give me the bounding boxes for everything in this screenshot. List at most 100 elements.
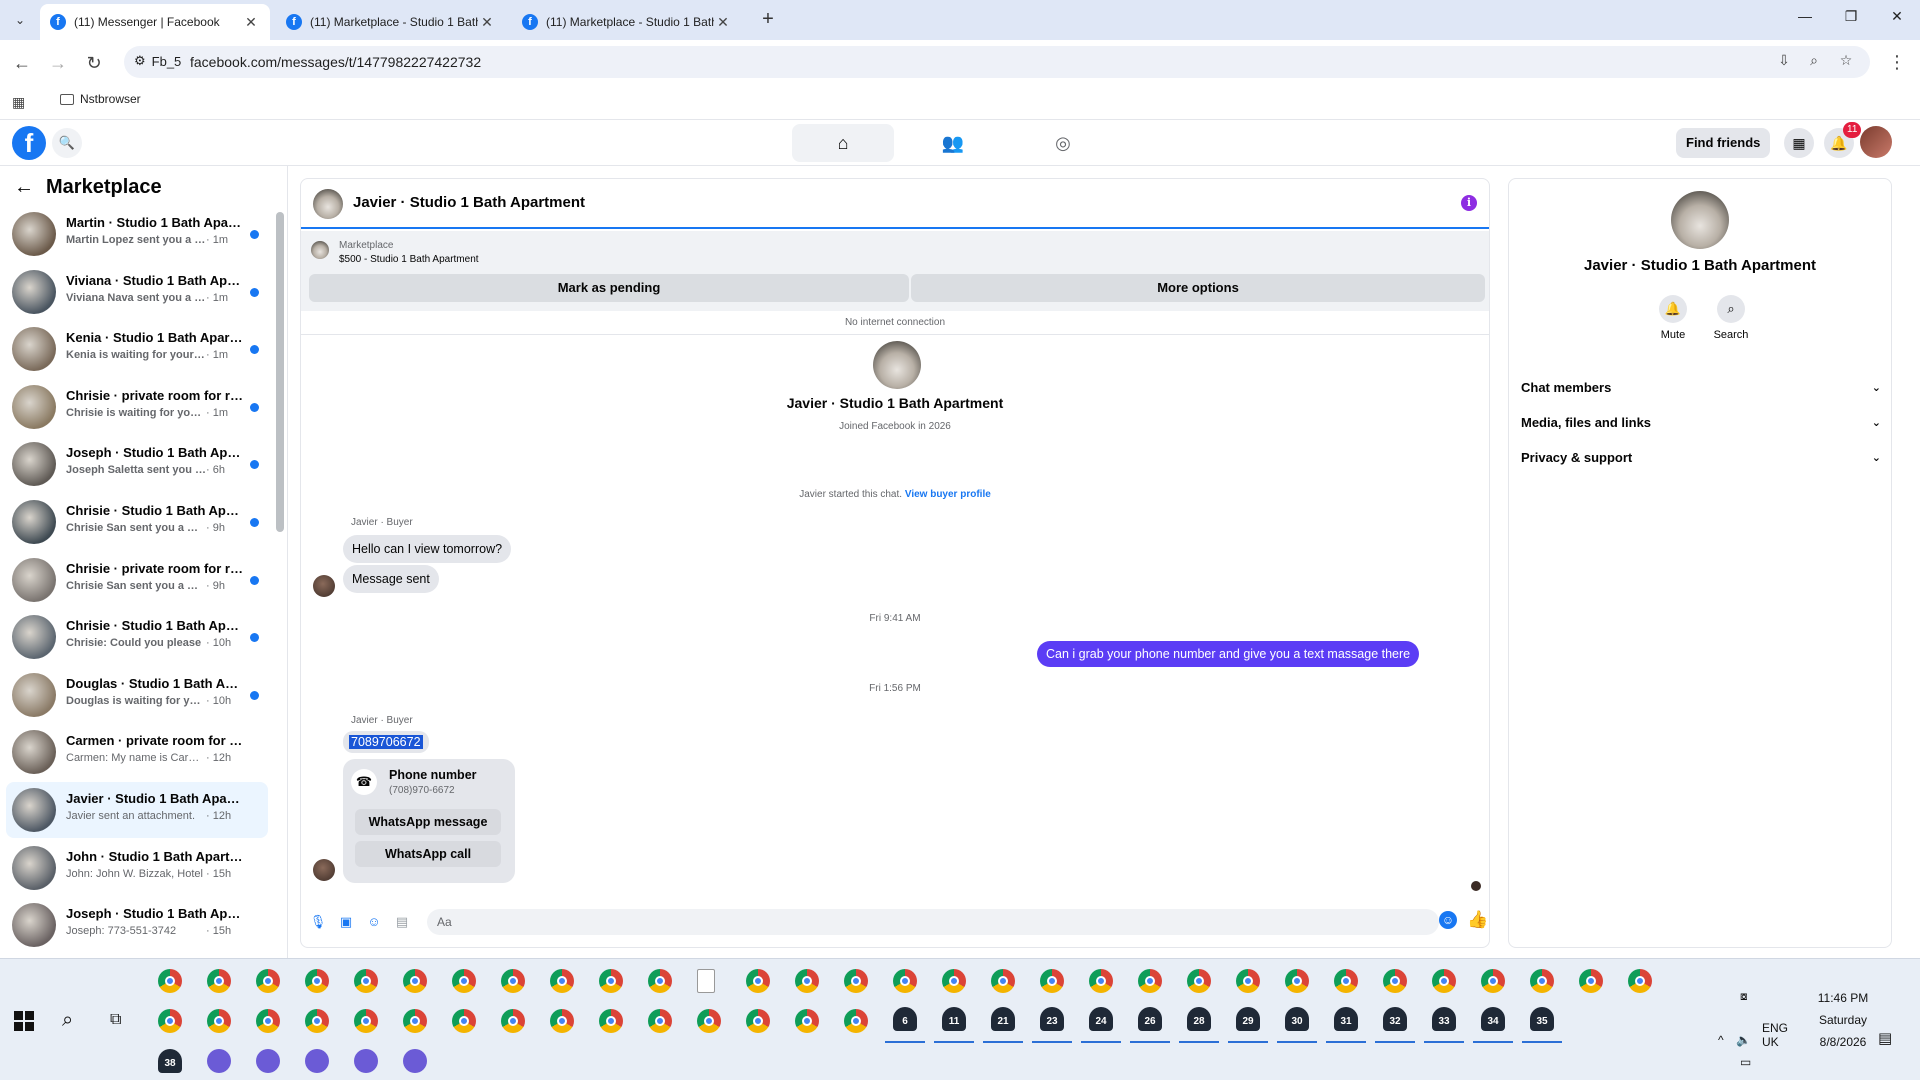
chrome-app-icon[interactable] [354, 969, 378, 993]
microphone-icon[interactable]: 🎙 [309, 913, 327, 931]
browser-tab-marketplace-1[interactable]: f (11) Marketplace - Studio 1 Bath ✕ [276, 4, 506, 40]
browser-profile-icon[interactable]: 34 [1481, 1007, 1505, 1031]
incoming-message[interactable]: Hello can I view tomorrow? [343, 535, 512, 563]
media-files-links-section[interactable]: Media, files and links ⌄ [1521, 408, 1881, 438]
chrome-app-icon[interactable] [1187, 969, 1211, 993]
file-icon[interactable] [697, 969, 715, 993]
close-tab-icon[interactable]: ✕ [714, 14, 732, 31]
volume-icon[interactable]: 🔈 [1736, 1033, 1751, 1047]
browser-profile-icon[interactable]: 31 [1334, 1007, 1358, 1031]
chrome-app-icon[interactable] [648, 1009, 672, 1033]
chrome-app-icon[interactable] [1481, 969, 1505, 993]
image-attach-icon[interactable]: ▣ [337, 913, 355, 931]
back-arrow-icon[interactable]: ← [14, 176, 34, 199]
close-tab-icon[interactable]: ✕ [242, 14, 260, 31]
browser-profile-icon[interactable] [403, 1049, 427, 1073]
thumbs-up-icon[interactable]: 👍 [1467, 910, 1488, 930]
tab-search-icon[interactable]: ⌄ [8, 8, 32, 32]
conversation-item[interactable]: Chrisie · private room for rent Chrisie S… [6, 552, 268, 608]
chrome-app-icon[interactable] [403, 969, 427, 993]
zoom-icon[interactable]: ⌕ [1804, 52, 1824, 72]
browser-profile-icon[interactable]: 30 [1285, 1007, 1309, 1031]
chrome-app-icon[interactable] [795, 1009, 819, 1033]
chrome-app-icon[interactable] [746, 969, 770, 993]
chrome-app-icon[interactable] [1138, 969, 1162, 993]
language-indicator[interactable]: ENG UK [1762, 1021, 1788, 1049]
conversation-item[interactable]: Chrisie · private room for rent Chrisie i… [6, 379, 268, 435]
meet-now-icon[interactable]: ⧇ [1740, 989, 1748, 1004]
close-tab-icon[interactable]: ✕ [478, 14, 496, 31]
conversation-item[interactable]: Kenia · Studio 1 Bath Apartment Kenia is … [6, 321, 268, 377]
home-tab-icon[interactable]: ⌂ [792, 124, 894, 162]
forward-arrow-icon[interactable]: → [46, 51, 70, 75]
chrome-app-icon[interactable] [1579, 969, 1603, 993]
chrome-app-icon[interactable] [942, 969, 966, 993]
account-avatar[interactable] [1860, 126, 1892, 158]
chrome-app-icon[interactable] [452, 969, 476, 993]
browser-profile-icon[interactable] [354, 1049, 378, 1073]
browser-profile-icon[interactable]: 29 [1236, 1007, 1260, 1031]
browser-tab-messenger[interactable]: f (11) Messenger | Facebook ✕ [40, 4, 270, 40]
outgoing-message[interactable]: Can i grab your phone number and give yo… [1037, 641, 1420, 667]
chrome-app-icon[interactable] [1432, 969, 1456, 993]
chat-title[interactable]: Javier · Studio 1 Bath Apartment [353, 194, 585, 211]
task-view-icon[interactable]: ⧉ [110, 1011, 121, 1029]
network-icon[interactable]: ▭ [1740, 1055, 1751, 1069]
chrome-app-icon[interactable] [1285, 969, 1309, 993]
show-hidden-icons[interactable]: ^ [1718, 1033, 1724, 1047]
chrome-app-icon[interactable] [991, 969, 1015, 993]
chrome-app-icon[interactable] [550, 1009, 574, 1033]
chrome-app-icon[interactable] [697, 1009, 721, 1033]
info-icon[interactable]: i [1461, 195, 1477, 211]
details-profile-picture[interactable] [1671, 191, 1729, 249]
chrome-app-icon[interactable] [501, 969, 525, 993]
reload-icon[interactable]: ↻ [82, 51, 106, 75]
conversation-item[interactable]: Viviana · Studio 1 Bath Apartment Viviana… [6, 264, 268, 320]
site-info-chip[interactable]: ⚙ Fb_5 [134, 53, 181, 69]
bookmark-star-icon[interactable]: ☆ [1836, 52, 1856, 72]
privacy-support-section[interactable]: Privacy & support ⌄ [1521, 443, 1881, 473]
chrome-app-icon[interactable] [844, 1009, 868, 1033]
chrome-app-icon[interactable] [1334, 969, 1358, 993]
browser-profile-icon[interactable] [256, 1049, 280, 1073]
chrome-app-icon[interactable] [746, 1009, 770, 1033]
restore-icon[interactable]: ❐ [1836, 8, 1866, 25]
chrome-app-icon[interactable] [207, 1009, 231, 1033]
chrome-app-icon[interactable] [550, 969, 574, 993]
view-buyer-profile-link[interactable]: View buyer profile [905, 489, 991, 500]
conversation-item[interactable]: Douglas · Studio 1 Bath Apartment Douglas… [6, 667, 268, 723]
sticker-icon[interactable]: ☺ [365, 913, 383, 931]
facebook-logo-icon[interactable]: f [12, 126, 46, 160]
address-bar[interactable]: ⚙ Fb_5 facebook.com/messages/t/147798222… [124, 46, 1870, 78]
chrome-app-icon[interactable] [599, 969, 623, 993]
sidebar-scrollbar[interactable] [276, 212, 284, 532]
browser-profile-icon[interactable]: 11 [942, 1007, 966, 1031]
chrome-app-icon[interactable] [501, 1009, 525, 1033]
taskbar-search-icon[interactable]: ⌕ [62, 1009, 73, 1032]
chrome-app-icon[interactable] [158, 1009, 182, 1033]
install-app-icon[interactable]: ⇩ [1774, 52, 1794, 72]
apps-grid-icon[interactable]: ▦ [12, 94, 25, 111]
minimize-icon[interactable]: — [1790, 8, 1820, 24]
conversation-item[interactable]: Martin · Studio 1 Bath Apartment Martin L… [6, 206, 268, 262]
chrome-app-icon[interactable] [844, 969, 868, 993]
conversation-item[interactable]: Joseph · Studio 1 Bath Apartment Joseph: … [6, 897, 268, 953]
browser-profile-icon[interactable]: 33 [1432, 1007, 1456, 1031]
chrome-app-icon[interactable] [1040, 969, 1064, 993]
conversation-item[interactable]: Carmen · private room for rent Carmen: My… [6, 724, 268, 780]
browser-profile-icon[interactable]: 23 [1040, 1007, 1064, 1031]
chrome-app-icon[interactable] [1383, 969, 1407, 993]
search-conversation-button[interactable]: ⌕ Search [1701, 295, 1761, 341]
browser-tab-marketplace-2[interactable]: f (11) Marketplace - Studio 1 Bath ✕ [512, 4, 742, 40]
search-icon[interactable]: 🔍 [52, 128, 82, 158]
browser-profile-icon[interactable]: 38 [158, 1049, 182, 1073]
chat-members-section[interactable]: Chat members ⌄ [1521, 373, 1881, 403]
url-text[interactable]: facebook.com/messages/t/1477982227422732 [190, 54, 481, 70]
conversation-item[interactable]: Javier · Studio 1 Bath Apartment Javier s… [6, 782, 268, 838]
chrome-app-icon[interactable] [256, 1009, 280, 1033]
chrome-app-icon[interactable] [1628, 969, 1652, 993]
window-close-icon[interactable]: ✕ [1882, 8, 1912, 25]
more-options-button[interactable]: More options [911, 274, 1485, 302]
browser-profile-icon[interactable]: 35 [1530, 1007, 1554, 1031]
emoji-icon[interactable]: ☺ [1439, 911, 1457, 929]
